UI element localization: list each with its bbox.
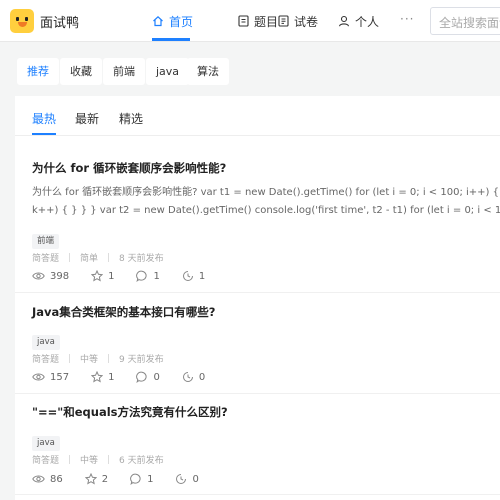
question-title[interactable]: Java集合类框架的基本接口有哪些? xyxy=(32,304,500,320)
question-item[interactable]: 为什么 for 循环嵌套顺序会影响性能? xyxy=(32,160,500,176)
like-icon xyxy=(176,474,187,484)
eye-icon xyxy=(32,475,45,483)
top-header: 面试鸭 首页 题目 试卷 个人 ··· 全站搜索面试题 xyxy=(0,0,500,42)
star-count-value: 1 xyxy=(108,371,115,383)
nav-home[interactable]: 首页 xyxy=(152,12,193,30)
brand-name[interactable]: 面试鸭 xyxy=(40,12,79,31)
like-count-value: 0 xyxy=(198,371,206,383)
comment-count-value: 0 xyxy=(153,371,160,383)
user-icon xyxy=(338,15,350,27)
question-stats: 86 2 1 0 xyxy=(32,473,500,485)
view-count: 398 xyxy=(32,271,69,282)
question-item[interactable]: "=="和equals方法究竟有什么区别? xyxy=(32,404,500,420)
nav-profile-label: 个人 xyxy=(355,14,380,29)
like-count-value: 1 xyxy=(198,270,206,282)
view-count: 157 xyxy=(32,372,69,383)
comment-count-value: 1 xyxy=(153,270,160,282)
view-count-value: 398 xyxy=(50,270,70,282)
question-tag[interactable]: java xyxy=(32,335,60,350)
question-type: 简答题 xyxy=(32,456,60,466)
question-meta: 简答题 中等 9 天前发布 xyxy=(32,352,500,365)
comment-icon xyxy=(136,371,148,383)
like-count[interactable]: 1 xyxy=(182,270,205,282)
paper-icon xyxy=(278,15,289,27)
category-algorithms[interactable]: 算法 xyxy=(187,58,229,85)
question-tag[interactable]: java xyxy=(32,436,60,451)
tab-latest[interactable]: 最新 xyxy=(75,110,99,127)
like-icon xyxy=(182,372,193,382)
comment-count[interactable]: 0 xyxy=(136,371,160,383)
category-recommended[interactable]: 推荐 xyxy=(17,58,59,85)
nav-questions-label: 题目 xyxy=(254,14,279,29)
star-count-value: 2 xyxy=(101,473,109,485)
document-icon xyxy=(238,15,249,27)
category-java[interactable]: java xyxy=(146,58,190,85)
tab-divider xyxy=(15,135,500,136)
star-icon xyxy=(91,371,104,383)
nav-home-label: 首页 xyxy=(169,14,194,29)
question-meta: 简答题 简单 8 天前发布 xyxy=(32,251,500,264)
question-title[interactable]: "=="和equals方法究竟有什么区别? xyxy=(32,404,500,420)
eye-icon xyxy=(32,272,45,280)
nav-papers-label: 试卷 xyxy=(294,14,319,29)
question-time: 6 天前发布 xyxy=(119,456,164,466)
comment-count[interactable]: 1 xyxy=(136,270,160,282)
like-count[interactable]: 0 xyxy=(175,473,199,485)
comment-count-value: 1 xyxy=(147,473,154,485)
nav-profile[interactable]: 个人 xyxy=(338,12,379,30)
question-stats: 398 1 1 1 xyxy=(32,270,500,282)
like-count-value: 0 xyxy=(192,473,199,485)
comment-count[interactable]: 1 xyxy=(130,473,153,485)
question-excerpt-line: 为什么 for 循环嵌套顺序会影响性能? var t1 = new Date()… xyxy=(32,187,500,198)
comment-icon xyxy=(130,473,141,485)
question-time: 8 天前发布 xyxy=(119,254,164,264)
star-count[interactable]: 1 xyxy=(91,371,114,383)
more-menu-icon[interactable]: ··· xyxy=(400,12,414,26)
star-count[interactable]: 2 xyxy=(84,473,109,485)
nav-questions[interactable]: 题目 xyxy=(238,12,278,30)
question-difficulty: 中等 xyxy=(80,355,99,365)
home-icon xyxy=(153,15,163,27)
star-count[interactable]: 1 xyxy=(91,270,114,282)
category-frontend[interactable]: 前端 xyxy=(103,58,145,85)
nav-active-indicator xyxy=(152,38,190,41)
question-tags: java xyxy=(32,329,500,350)
question-excerpt-line: k++) { } } } var t2 = new Date().getTime… xyxy=(32,205,500,216)
search-input[interactable]: 全站搜索面试题 xyxy=(430,7,500,35)
question-tags: java xyxy=(32,430,500,451)
list-divider xyxy=(15,494,500,495)
question-difficulty: 简单 xyxy=(80,254,99,264)
view-count-value: 157 xyxy=(50,371,70,383)
view-count: 86 xyxy=(32,474,63,485)
star-icon xyxy=(91,270,104,282)
nav-papers[interactable]: 试卷 xyxy=(278,12,318,30)
question-list-panel: 最热 最新 精选 为什么 for 循环嵌套顺序会影响性能? 为什么 for 循环… xyxy=(15,96,500,500)
question-type: 简答题 xyxy=(32,355,60,365)
like-count[interactable]: 0 xyxy=(182,371,205,383)
list-divider xyxy=(15,292,500,293)
list-divider xyxy=(15,393,500,394)
comment-icon xyxy=(136,270,148,282)
question-tags: 前端 xyxy=(32,228,500,249)
question-title[interactable]: 为什么 for 循环嵌套顺序会影响性能? xyxy=(32,160,500,176)
category-favorites[interactable]: 收藏 xyxy=(60,58,102,85)
question-difficulty: 中等 xyxy=(80,456,99,466)
eye-icon xyxy=(32,373,45,381)
star-icon xyxy=(84,473,97,485)
like-icon xyxy=(182,271,193,281)
view-count-value: 86 xyxy=(50,473,63,485)
question-tag[interactable]: 前端 xyxy=(32,234,60,249)
question-type: 简答题 xyxy=(32,254,60,264)
star-count-value: 1 xyxy=(108,270,115,282)
tab-hottest[interactable]: 最热 xyxy=(32,110,56,127)
question-excerpt: 为什么 for 循环嵌套顺序会影响性能? var t1 = new Date()… xyxy=(32,184,500,220)
question-time: 9 天前发布 xyxy=(119,355,164,365)
question-stats: 157 1 0 0 xyxy=(32,371,500,383)
question-item[interactable]: Java集合类框架的基本接口有哪些? xyxy=(32,304,500,320)
duck-logo-icon[interactable] xyxy=(10,9,34,33)
question-meta: 简答题 中等 6 天前发布 xyxy=(32,453,500,466)
tab-featured[interactable]: 精选 xyxy=(119,110,143,127)
